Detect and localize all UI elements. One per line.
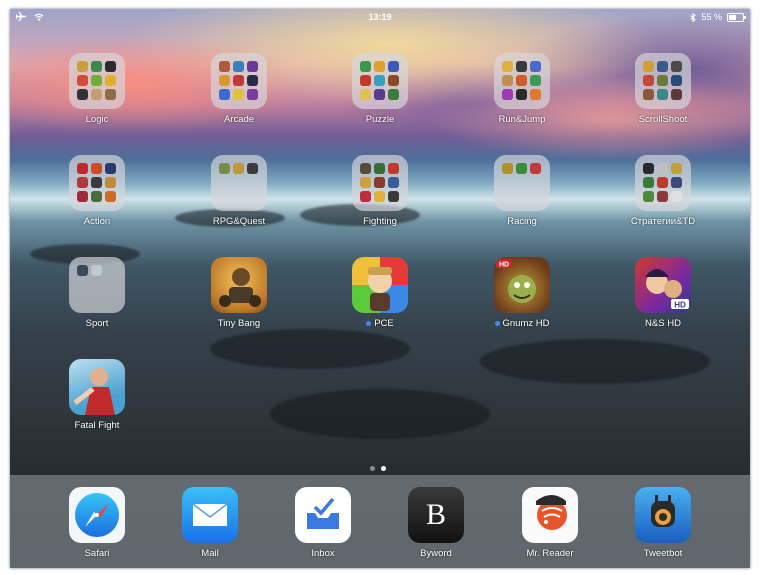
app-fatal-fight[interactable]: Fatal Fight bbox=[47, 359, 147, 431]
svg-text:HD: HD bbox=[674, 301, 686, 310]
folder-icon bbox=[352, 155, 408, 211]
folder-sport[interactable]: Sport bbox=[47, 257, 147, 329]
bluetooth-icon bbox=[690, 12, 697, 22]
app-label-text: PCE bbox=[374, 318, 394, 329]
dock-app-safari[interactable]: Safari bbox=[47, 487, 147, 559]
folder-action[interactable]: Action bbox=[47, 155, 147, 227]
folder-arcade[interactable]: Arcade bbox=[189, 53, 289, 125]
folder-strategy-td[interactable]: Стратегии&TD bbox=[613, 155, 713, 227]
dock-app-mail[interactable]: Mail bbox=[160, 487, 260, 559]
gnumz-hd-icon: HD bbox=[494, 257, 550, 313]
folder-icon bbox=[494, 53, 550, 109]
mail-icon bbox=[182, 487, 238, 543]
status-time: 13:19 bbox=[368, 12, 392, 22]
app-label: Fatal Fight bbox=[74, 420, 120, 431]
dock-app-tweetbot[interactable]: Tweetbot bbox=[613, 487, 713, 559]
battery-percent: 55 % bbox=[701, 12, 722, 22]
dock-app-mr-reader[interactable]: Mr. Reader bbox=[500, 487, 600, 559]
folder-label: Run&Jump bbox=[498, 114, 546, 125]
page-dot-1[interactable] bbox=[370, 466, 375, 471]
app-ns-hd[interactable]: HD N&S HD bbox=[613, 257, 713, 329]
status-right: 55 % bbox=[690, 12, 746, 22]
folder-label: Action bbox=[83, 216, 111, 227]
folder-icon bbox=[69, 155, 125, 211]
app-label: PCE bbox=[330, 318, 430, 329]
inbox-icon bbox=[295, 487, 351, 543]
dock-label: Tweetbot bbox=[643, 548, 683, 559]
dock-label: Mr. Reader bbox=[526, 548, 574, 559]
status-bar: 13:19 55 % bbox=[10, 9, 750, 26]
app-label-text: Gnumz HD bbox=[502, 318, 550, 329]
folder-label: ScrollShoot bbox=[638, 114, 688, 125]
tweetbot-icon bbox=[635, 487, 691, 543]
pce-icon bbox=[352, 257, 408, 313]
folder-icon bbox=[352, 53, 408, 109]
app-label: N&S HD bbox=[645, 318, 681, 329]
folder-icon bbox=[635, 155, 691, 211]
folder-label: Puzzle bbox=[365, 114, 395, 125]
folder-logic[interactable]: Logic bbox=[47, 53, 147, 125]
new-app-dot bbox=[494, 320, 500, 326]
folder-puzzle[interactable]: Puzzle bbox=[330, 53, 430, 125]
dock-label: Byword bbox=[420, 548, 452, 559]
folder-label: Fighting bbox=[363, 216, 397, 227]
folder-label: Logic bbox=[85, 114, 109, 125]
page-indicator[interactable] bbox=[370, 466, 386, 471]
folder-run-jump[interactable]: Run&Jump bbox=[472, 53, 572, 125]
folder-icon bbox=[635, 53, 691, 109]
app-label: Gnumz HD bbox=[472, 318, 572, 329]
safari-icon bbox=[69, 487, 125, 543]
tiny-bang-icon bbox=[211, 257, 267, 313]
folder-label: Racing bbox=[507, 216, 537, 227]
app-gnumz-hd[interactable]: HD Gnumz HD bbox=[472, 257, 572, 329]
app-pce[interactable]: PCE bbox=[330, 257, 430, 329]
byword-glyph: B bbox=[425, 498, 446, 531]
folder-icon bbox=[69, 53, 125, 109]
folder-fighting[interactable]: Fighting bbox=[330, 155, 430, 227]
dock-app-inbox[interactable]: Inbox bbox=[273, 487, 373, 559]
svg-text:HD: HD bbox=[499, 262, 509, 269]
wallpaper-rock bbox=[270, 389, 490, 439]
folder-icon bbox=[211, 155, 267, 211]
folder-label: RPG&Quest bbox=[212, 216, 266, 227]
dock-label: Mail bbox=[201, 548, 219, 559]
wallpaper-rock bbox=[210, 329, 410, 369]
ns-hd-icon: HD bbox=[635, 257, 691, 313]
app-tiny-bang[interactable]: Tiny Bang bbox=[189, 257, 289, 329]
fatal-fight-icon bbox=[69, 359, 125, 415]
battery-icon bbox=[727, 12, 746, 22]
folder-label: Arcade bbox=[223, 114, 255, 125]
folder-icon bbox=[69, 257, 125, 313]
dock-label: Inbox bbox=[311, 548, 335, 559]
page-dot-2[interactable] bbox=[381, 466, 386, 471]
battery-fill bbox=[729, 14, 737, 20]
dock-label: Safari bbox=[84, 548, 110, 559]
mr-reader-icon bbox=[522, 487, 578, 543]
new-app-dot bbox=[366, 320, 372, 326]
folder-icon bbox=[211, 53, 267, 109]
folder-label: Стратегии&TD bbox=[630, 216, 696, 227]
wallpaper-rock bbox=[480, 339, 710, 384]
folder-label: Sport bbox=[85, 318, 109, 329]
folder-rpg-quest[interactable]: RPG&Quest bbox=[189, 155, 289, 227]
folder-racing[interactable]: Racing bbox=[472, 155, 572, 227]
ipad-home-screen: 13:19 55 % Logic Arcade Puzzle Run&Jump … bbox=[10, 9, 750, 568]
app-label: Tiny Bang bbox=[217, 318, 261, 329]
folder-icon bbox=[494, 155, 550, 211]
dock-app-byword[interactable]: B Byword bbox=[386, 487, 486, 559]
folder-scrollshoot[interactable]: ScrollShoot bbox=[613, 53, 713, 125]
byword-icon: B bbox=[408, 487, 464, 543]
